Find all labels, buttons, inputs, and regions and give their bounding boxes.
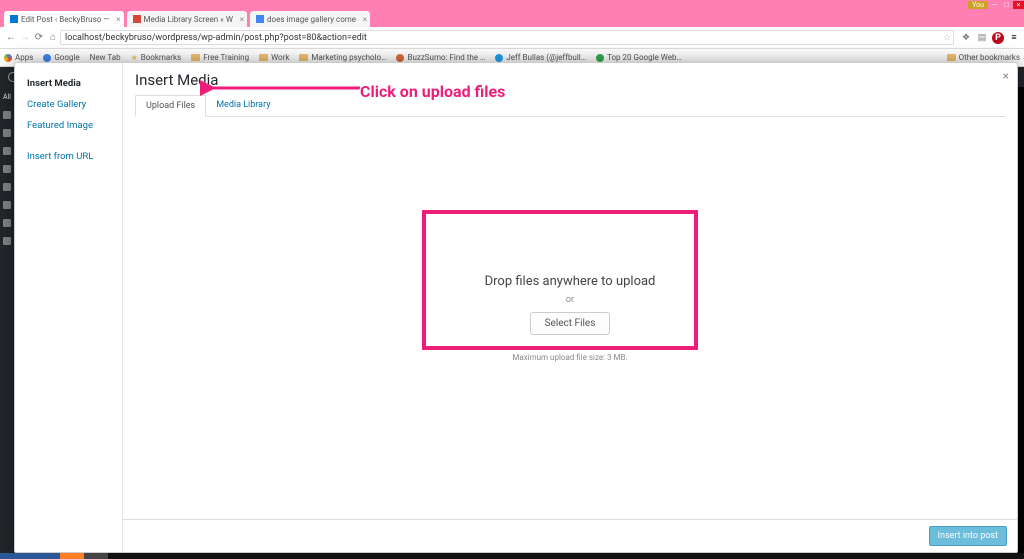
bookmark-folder[interactable]: Marketing psycholo… [299, 53, 386, 62]
bookmark-favicon-icon [596, 54, 604, 62]
favicon-icon [133, 15, 141, 23]
chrome-menu-icon[interactable]: ≡ [1008, 32, 1020, 44]
browser-tabstrip: Edit Post ‹ BeckyBruso — × Media Library… [0, 9, 1024, 27]
other-bookmarks[interactable]: Other bookmarks [947, 53, 1020, 62]
window-close[interactable]: × [1013, 1, 1024, 9]
window-maximize[interactable]: □ [1001, 1, 1012, 9]
browser-tab[interactable]: Edit Post ‹ BeckyBruso — × [4, 11, 124, 27]
bookmark-label: New Tab [90, 53, 121, 62]
pinterest-icon[interactable]: P [992, 32, 1004, 44]
sidebar-item-insert-from-url[interactable]: Insert from URL [15, 146, 122, 167]
nav-back-icon[interactable]: ← [4, 32, 18, 43]
address-bar[interactable]: localhost/beckybruso/wordpress/wp-admin/… [60, 30, 954, 45]
menu-icon[interactable] [3, 111, 11, 119]
bookmark-label: Marketing psycholo… [311, 53, 386, 62]
browser-toolbar: ← → ⟳ ⌂ localhost/beckybruso/wordpress/w… [0, 27, 1024, 49]
menu-icon[interactable] [3, 165, 11, 173]
sidebar-item-insert-media[interactable]: Insert Media [15, 73, 122, 94]
menu-icon[interactable] [3, 219, 11, 227]
modal-title: Insert Media [135, 71, 1005, 89]
bookmark-label: Other bookmarks [959, 53, 1020, 62]
bookmark-star-icon[interactable]: ☆ [943, 33, 951, 43]
sidebar-item-featured-image[interactable]: Featured Image [15, 115, 122, 136]
bookmark-favicon-icon [43, 54, 51, 62]
favicon-icon [10, 15, 18, 23]
bookmark-label: Bookmarks [141, 53, 181, 62]
extensions-tray: ❖ ▤ P ≡ [960, 32, 1020, 44]
tab-close-icon[interactable]: × [240, 15, 244, 24]
menu-icon[interactable] [3, 129, 11, 137]
folder-icon [259, 54, 268, 61]
twitter-icon [495, 54, 503, 62]
bookmark-label: BuzzSumo: Find the … [407, 53, 485, 62]
bookmark-label: Top 20 Google Web… [607, 53, 682, 62]
nav-reload-icon[interactable]: ⟳ [32, 32, 46, 43]
annotation-highlight-box [422, 210, 698, 350]
windows-taskbar [0, 553, 1024, 559]
nav-forward-icon[interactable]: → [18, 32, 32, 43]
bookmark-label: Free Training [203, 53, 249, 62]
apps-icon [4, 54, 12, 62]
bookmark-favicon-icon [396, 54, 404, 62]
star-icon: ★ [131, 53, 138, 62]
window-minimize[interactable]: — [989, 1, 1000, 9]
menu-icon[interactable] [3, 183, 11, 191]
max-upload-size: Maximum upload file size: 3 MB. [485, 353, 656, 362]
wp-admin-menu: All [0, 87, 14, 559]
tab-close-icon[interactable]: × [116, 15, 120, 24]
extension-icon[interactable]: ❖ [960, 32, 972, 44]
bookmark-folder[interactable]: Work [259, 53, 289, 62]
bookmark-item[interactable]: Jeff Bullas (@jeffbull… [495, 53, 586, 62]
sidebar-item-create-gallery[interactable]: Create Gallery [15, 94, 122, 115]
tab-title: Edit Post ‹ BeckyBruso — [21, 15, 110, 24]
url-text: localhost/beckybruso/wordpress/wp-admin/… [65, 33, 367, 43]
folder-icon [299, 54, 308, 61]
menu-icon[interactable] [3, 237, 11, 245]
tab-media-library[interactable]: Media Library [206, 95, 280, 116]
tab-upload-files[interactable]: Upload Files [135, 95, 206, 117]
menu-label: All [3, 93, 11, 101]
bookmark-item[interactable]: Google [43, 53, 79, 62]
tab-title: Media Library Screen « W [144, 15, 234, 24]
bookmark-folder[interactable]: Free Training [191, 53, 249, 62]
window-titlebar: You — □ × [0, 0, 1024, 9]
bookmark-item[interactable]: Top 20 Google Web… [596, 53, 682, 62]
annotation-text: Click on upload files [360, 82, 505, 101]
apps-shortcut[interactable]: Apps [4, 53, 33, 62]
apps-label: Apps [15, 53, 33, 62]
browser-tab[interactable]: Media Library Screen « W × [127, 11, 248, 27]
bookmark-label: Google [54, 53, 79, 62]
modal-tabs: Upload Files Media Library [135, 95, 1005, 117]
bookmark-item[interactable]: New Tab [90, 53, 121, 62]
modal-header: Insert Media Upload Files Media Library [123, 63, 1017, 117]
modal-footer: Insert into post [123, 519, 1017, 552]
browser-tab[interactable]: does image gallery come × [250, 11, 370, 27]
tab-close-icon[interactable]: × [363, 15, 367, 24]
bookmark-item[interactable]: BuzzSumo: Find the … [396, 53, 485, 62]
folder-icon [947, 54, 956, 61]
bookmark-label: Jeff Bullas (@jeffbull… [506, 53, 586, 62]
insert-into-post-button[interactable]: Insert into post [929, 526, 1007, 546]
user-badge[interactable]: You [968, 1, 988, 9]
favicon-icon [256, 15, 264, 23]
nav-home-icon[interactable]: ⌂ [46, 32, 60, 43]
bookmark-label: Work [271, 53, 289, 62]
modal-sidebar: Insert Media Create Gallery Featured Ima… [15, 63, 123, 552]
folder-icon [191, 54, 200, 61]
tab-title: does image gallery come [267, 15, 356, 24]
menu-icon[interactable] [3, 147, 11, 155]
bookmark-item[interactable]: ★Bookmarks [131, 53, 182, 62]
extension-icon[interactable]: ▤ [976, 32, 988, 44]
menu-icon[interactable] [3, 201, 11, 209]
